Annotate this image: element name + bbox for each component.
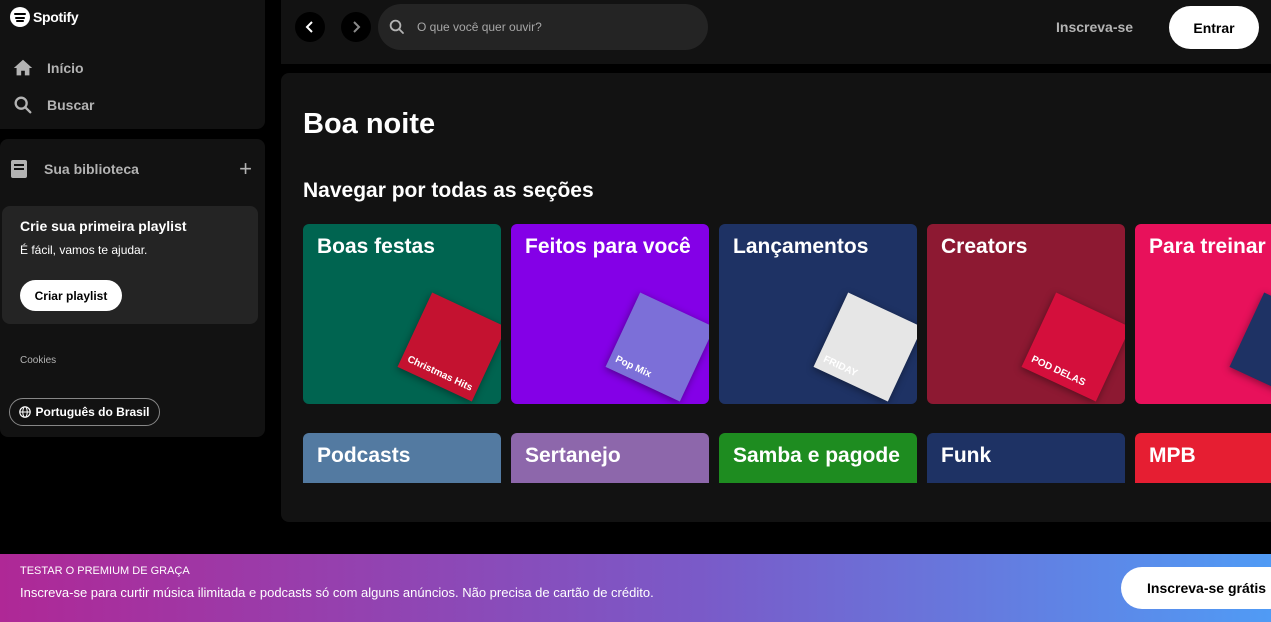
create-playlist-card: Crie sua primeira playlist É fácil, vamo… xyxy=(2,206,258,324)
search-bar xyxy=(378,4,708,50)
search-icon xyxy=(14,96,32,114)
section-title: Navegar por todas as seções xyxy=(303,179,594,202)
create-playlist-title: Crie sua primeira playlist xyxy=(20,218,187,234)
tile-label: Samba e pagode xyxy=(733,444,900,467)
spotify-logo-icon xyxy=(10,7,30,27)
category-tile[interactable]: Creators POD DELAS xyxy=(927,224,1125,404)
library-panel: Sua biblioteca + Crie sua primeira playl… xyxy=(0,139,265,437)
tile-label: Podcasts xyxy=(317,444,411,467)
banner-signup-button[interactable]: Inscreva-se grátis xyxy=(1121,567,1271,609)
chevron-left-icon xyxy=(305,21,313,33)
category-tile[interactable]: Sertanejo xyxy=(511,433,709,483)
create-playlist-subtitle: É fácil, vamos te ajudar. xyxy=(20,243,148,257)
plus-icon[interactable]: + xyxy=(239,158,252,180)
tile-label: Feitos para você xyxy=(525,235,691,258)
tile-label: Lançamentos xyxy=(733,235,869,258)
sidebar-nav-panel: Spotify Início Buscar xyxy=(0,0,265,129)
home-icon xyxy=(13,59,33,76)
premium-banner[interactable]: TESTAR O PREMIUM DE GRAÇA Inscreva-se pa… xyxy=(0,554,1271,622)
tile-cover-art: Christmas Hits xyxy=(397,292,501,402)
library-header: Sua biblioteca + xyxy=(10,158,252,180)
main-content: Boa noite Navegar por todas as seções Bo… xyxy=(281,73,1271,522)
nav-item-search[interactable]: Buscar xyxy=(12,94,94,116)
language-label: Português do Brasil xyxy=(35,405,150,419)
library-icon xyxy=(11,160,27,178)
tile-cover-art xyxy=(1229,292,1271,402)
globe-icon xyxy=(19,406,32,418)
tile-cover-art: POD DELAS xyxy=(1021,292,1125,402)
chevron-right-icon xyxy=(353,21,361,33)
category-tile[interactable]: Feitos para você Pop Mix xyxy=(511,224,709,404)
banner-title: TESTAR O PREMIUM DE GRAÇA xyxy=(20,565,190,577)
search-input[interactable] xyxy=(415,19,689,35)
tile-cover-text: Christmas Hits xyxy=(405,353,475,394)
tile-cover-text: FRIDAY xyxy=(821,353,860,380)
tile-label: Funk xyxy=(941,444,992,467)
signup-link[interactable]: Inscreva-se xyxy=(1056,19,1133,35)
category-tile[interactable]: Lançamentos FRIDAY xyxy=(719,224,917,404)
tile-cover-art: FRIDAY xyxy=(813,292,917,402)
library-toggle[interactable]: Sua biblioteca xyxy=(10,159,139,179)
create-playlist-button[interactable]: Criar playlist xyxy=(20,280,122,311)
nav-item-home-label: Início xyxy=(47,60,84,76)
forward-button[interactable] xyxy=(341,12,371,42)
tile-label: Creators xyxy=(941,235,1028,258)
cookies-link[interactable]: Cookies xyxy=(20,355,56,366)
tile-label: Boas festas xyxy=(317,235,435,258)
back-button[interactable] xyxy=(295,12,325,42)
spotify-logo[interactable]: Spotify xyxy=(10,7,79,27)
tile-cover-text: Pop Mix xyxy=(613,353,653,381)
category-tile[interactable]: Podcasts xyxy=(303,433,501,483)
category-row-2: Podcasts Sertanejo Samba e pagode Funk M… xyxy=(303,433,1271,483)
brand-name: Spotify xyxy=(33,9,79,25)
nav-item-home[interactable]: Início xyxy=(12,57,84,79)
category-tile[interactable]: Samba e pagode xyxy=(719,433,917,483)
tile-label: MPB xyxy=(1149,444,1196,467)
category-tile[interactable]: MPB xyxy=(1135,433,1271,483)
category-row-1: Boas festas Christmas Hits Feitos para v… xyxy=(303,224,1271,404)
login-button[interactable]: Entrar xyxy=(1169,6,1259,49)
tile-cover-text: POD DELAS xyxy=(1029,353,1088,389)
nav-item-search-label: Buscar xyxy=(47,97,95,113)
library-title: Sua biblioteca xyxy=(44,161,139,177)
language-button[interactable]: Português do Brasil xyxy=(9,398,160,426)
category-tile[interactable]: Boas festas Christmas Hits xyxy=(303,224,501,404)
tile-cover-art: Pop Mix xyxy=(605,292,709,402)
tile-label: Para treinar xyxy=(1149,235,1266,258)
page-title: Boa noite xyxy=(303,108,436,140)
category-tile[interactable]: Funk xyxy=(927,433,1125,483)
banner-text: Inscreva-se para curtir música ilimitada… xyxy=(20,585,654,600)
category-tile[interactable]: Para treinar xyxy=(1135,224,1271,404)
tile-label: Sertanejo xyxy=(525,444,621,467)
search-icon xyxy=(389,19,404,34)
top-bar: Inscreva-se Entrar xyxy=(281,0,1271,64)
